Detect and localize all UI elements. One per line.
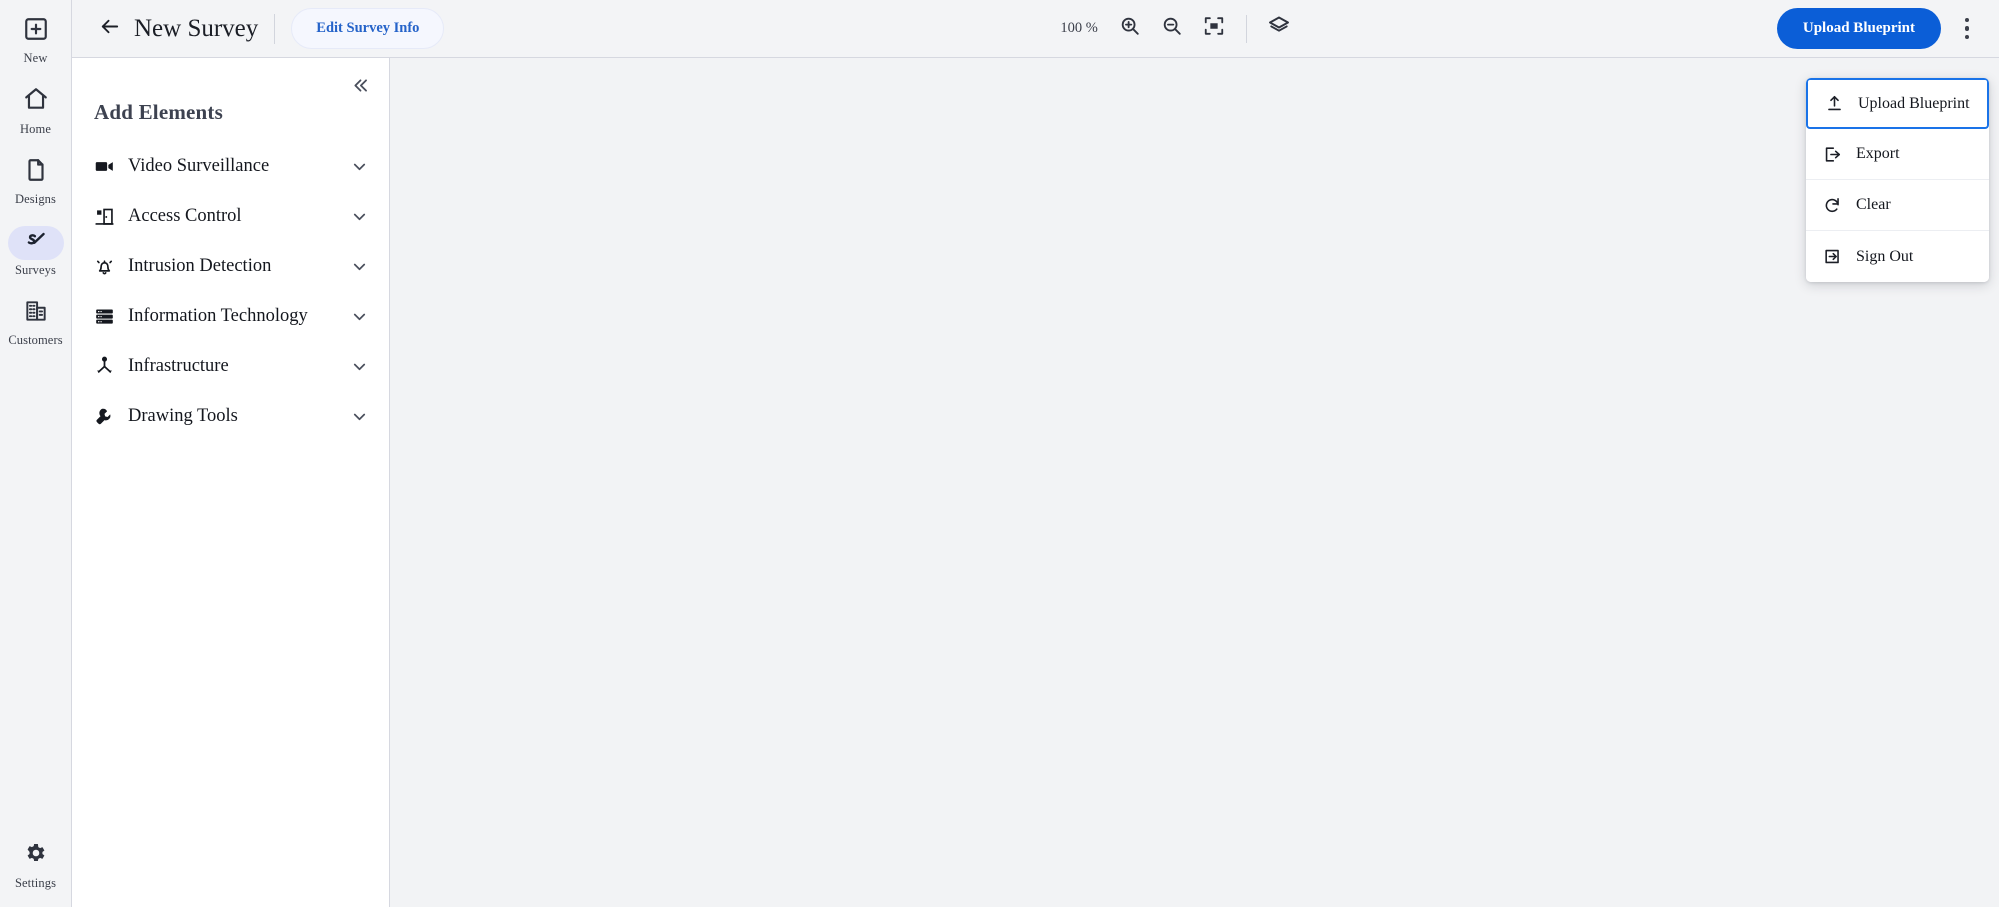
zoom-out-button[interactable]	[1154, 11, 1190, 47]
nav-item-surveys-pill	[7, 225, 64, 260]
element-label-information-technology: Information Technology	[128, 305, 308, 326]
collapse-panel-button[interactable]	[345, 72, 375, 102]
chevron-down-icon-2[interactable]	[350, 207, 369, 226]
chevron-down-icon-4[interactable]	[350, 307, 369, 326]
nav-item-home-label: Home	[20, 121, 51, 136]
header-divider	[274, 13, 276, 44]
layers-button[interactable]	[1261, 11, 1297, 47]
gear-icon	[24, 841, 48, 870]
nav-item-home[interactable]: Home	[0, 79, 72, 140]
upload-blueprint-button[interactable]: Upload Blueprint	[1776, 8, 1941, 49]
zoom-controls: 100 %	[1060, 11, 1231, 47]
more-vertical-icon-dot3	[1964, 34, 1970, 40]
element-row-intrusion-detection[interactable]: Intrusion Detection	[72, 241, 389, 291]
menu-label-sign-out: Sign Out	[1856, 247, 1914, 265]
nav-item-new[interactable]: New	[0, 8, 72, 69]
content-area: Add Elements Video Surveillance Access C…	[72, 58, 1999, 907]
element-row-video-surveillance[interactable]: Video Surveillance	[72, 141, 389, 191]
menu-item-upload-blueprint[interactable]: Upload Blueprint	[1806, 78, 1989, 129]
left-nav-rail: New Home Designs Surveys Customers Setti…	[0, 0, 72, 907]
nav-item-new-label: New	[23, 51, 48, 65]
fit-to-screen-button[interactable]	[1196, 11, 1232, 47]
options-dropdown-menu: Upload Blueprint Export Clear Sign Out	[1806, 78, 1989, 282]
export-icon	[1820, 145, 1844, 164]
chevrons-left-icon	[351, 76, 370, 99]
app-root: New Home Designs Surveys Customers Setti…	[0, 0, 1999, 907]
menu-label-upload-blueprint: Upload Blueprint	[1858, 94, 1970, 112]
back-button[interactable]	[92, 12, 126, 46]
element-label-video-surveillance: Video Surveillance	[128, 155, 270, 176]
nav-item-new-pill	[8, 14, 64, 48]
elements-list: Video Surveillance Access Control Intrus…	[72, 141, 389, 441]
zoom-in-icon	[1119, 15, 1141, 42]
element-label-intrusion-detection: Intrusion Detection	[128, 255, 272, 276]
wrench-icon	[94, 406, 120, 427]
element-row-drawing-tools[interactable]: Drawing Tools	[72, 391, 389, 441]
element-label-access-control: Access Control	[128, 205, 242, 226]
survey-check-icon	[23, 227, 49, 258]
zoom-level-label: 100 %	[1060, 20, 1098, 36]
chevron-down-icon-6[interactable]	[350, 407, 369, 426]
nav-items-group: New Home Designs Surveys Customers	[0, 0, 71, 361]
element-row-access-control[interactable]: Access Control	[72, 191, 389, 241]
sign-out-icon	[1820, 247, 1844, 266]
page-title: New Survey	[134, 14, 259, 42]
main-region: New Survey Edit Survey Info 100 % Upload…	[72, 0, 1999, 907]
edit-survey-info-button[interactable]: Edit Survey Info	[291, 8, 445, 49]
nav-item-surveys-label: Surveys	[15, 262, 56, 277]
zoom-out-icon	[1161, 15, 1183, 42]
add-elements-panel: Add Elements Video Surveillance Access C…	[72, 58, 390, 907]
menu-label-export: Export	[1856, 145, 1900, 162]
nav-item-home-pill	[8, 85, 64, 119]
blueprint-canvas[interactable]	[390, 58, 1999, 907]
nav-item-designs[interactable]: Designs	[0, 149, 72, 210]
header-divider-2	[1245, 14, 1247, 43]
network-node-icon	[94, 356, 120, 377]
nav-item-customers[interactable]: Customers	[0, 290, 72, 351]
alarm-bell-icon	[94, 256, 120, 277]
more-options-button[interactable]	[1949, 9, 1985, 49]
nav-item-settings[interactable]: Settings	[0, 833, 72, 894]
more-vertical-icon-dot2	[1964, 26, 1970, 31]
plus-square-icon	[23, 16, 49, 47]
home-icon	[23, 86, 49, 117]
video-camera-icon	[94, 156, 120, 177]
element-row-information-technology[interactable]: Information Technology	[72, 291, 389, 341]
chevron-down-icon[interactable]	[350, 157, 369, 176]
menu-label-clear: Clear	[1856, 196, 1891, 213]
nav-item-designs-label: Designs	[15, 192, 56, 206]
building-icon	[23, 298, 49, 329]
document-icon	[23, 157, 49, 188]
element-label-infrastructure: Infrastructure	[128, 355, 229, 376]
refresh-icon	[1820, 196, 1844, 215]
menu-item-clear[interactable]: Clear	[1806, 180, 1989, 231]
nav-item-designs-pill	[8, 155, 64, 189]
server-rack-icon	[94, 306, 120, 327]
top-toolbar: New Survey Edit Survey Info 100 % Upload…	[72, 0, 1999, 58]
upload-icon	[1822, 94, 1846, 113]
chevron-down-icon-3[interactable]	[350, 257, 369, 276]
chevron-down-icon-5[interactable]	[350, 357, 369, 376]
arrow-left-icon	[98, 15, 121, 43]
fit-to-screen-icon	[1203, 15, 1225, 42]
nav-bottom-group: Settings	[0, 833, 71, 907]
nav-item-customers-pill	[8, 296, 64, 330]
nav-item-settings-pill	[8, 839, 64, 873]
element-label-drawing-tools: Drawing Tools	[128, 405, 238, 426]
door-lock-icon	[94, 206, 120, 227]
nav-item-settings-label: Settings	[14, 875, 57, 890]
zoom-in-button[interactable]	[1112, 11, 1148, 47]
nav-item-surveys[interactable]: Surveys	[0, 220, 72, 281]
panel-title: Add Elements	[94, 100, 223, 124]
menu-item-export[interactable]: Export	[1806, 129, 1989, 180]
layers-icon	[1267, 14, 1291, 43]
more-vertical-icon	[1964, 17, 1970, 23]
element-row-infrastructure[interactable]: Infrastructure	[72, 341, 389, 391]
menu-item-sign-out[interactable]: Sign Out	[1806, 231, 1989, 282]
nav-item-customers-label: Customers	[8, 333, 63, 347]
